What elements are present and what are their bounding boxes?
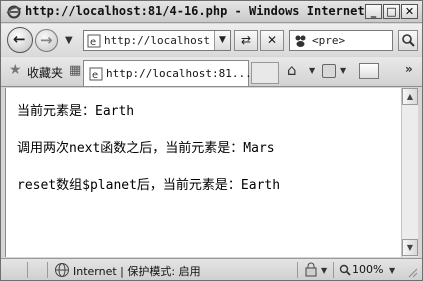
globe-icon xyxy=(55,263,69,277)
home-icon[interactable]: ⌂ xyxy=(287,61,297,79)
svg-text:e: e xyxy=(92,70,98,81)
zoom-icon xyxy=(339,264,351,276)
stop-icon: ✕ xyxy=(266,33,278,47)
title-bar: http://localhost:81/4-16.php - Windows I… xyxy=(1,1,422,23)
zoom-dropdown-icon[interactable]: ▼ xyxy=(389,266,395,275)
zone-dropdown-icon[interactable]: ▼ xyxy=(321,266,327,275)
more-tools-chevron-icon[interactable]: » xyxy=(405,62,413,76)
security-zone-text[interactable]: Internet | 保护模式: 启用 xyxy=(73,263,201,279)
close-button[interactable]: ✕ xyxy=(401,4,418,19)
maximize-button[interactable]: □ xyxy=(383,4,400,19)
svg-text:e: e xyxy=(90,37,96,48)
address-bar[interactable]: e http://localhost:81/4-16.php ▼ xyxy=(83,30,231,51)
search-box[interactable]: <pre> xyxy=(289,30,393,51)
browser-window: http://localhost:81/4-16.php - Windows I… xyxy=(0,0,423,281)
address-dropdown-button[interactable]: ▼ xyxy=(214,31,230,50)
address-url: http://localhost:81/4-16.php xyxy=(104,34,211,47)
status-divider xyxy=(27,262,28,278)
content-line-2: 调用两次next函数之后，当前元素是：Mars xyxy=(17,141,275,156)
rss-icon[interactable] xyxy=(322,64,336,78)
resize-grip-icon[interactable] xyxy=(406,266,418,278)
star-icon[interactable]: ★ xyxy=(9,62,22,78)
print-icon[interactable] xyxy=(359,63,379,79)
compatibility-button[interactable]: ⇄ xyxy=(234,30,258,51)
page-icon: e xyxy=(87,34,101,48)
content-line-1: 当前元素是：Earth xyxy=(17,104,135,119)
scroll-down-button[interactable]: ▼ xyxy=(402,239,418,256)
status-divider xyxy=(297,262,298,278)
ie-logo-icon xyxy=(6,5,22,19)
tab-list-icon[interactable]: ▦ xyxy=(69,63,81,78)
search-provider-icon xyxy=(295,35,306,47)
content-line-3: reset数组$planet后，当前元素是：Earth xyxy=(17,178,281,193)
scroll-up-button[interactable]: ▲ xyxy=(402,88,418,105)
tab-title: http://localhost:81... xyxy=(106,67,252,80)
back-button[interactable]: ← xyxy=(7,27,33,53)
forward-arrow-icon: → xyxy=(40,31,53,49)
window-title: http://localhost:81/4-16.php - Windows I… xyxy=(25,4,370,18)
protected-mode-icon[interactable] xyxy=(303,262,319,278)
tab-page-icon: e xyxy=(89,67,103,81)
navigation-bar: ← → ▼ e http://localhost:81/4-16.php ▼ ⇄… xyxy=(1,24,422,56)
favorites-button[interactable]: 收藏夹 xyxy=(27,64,63,81)
feeds-dropdown-icon[interactable]: ▼ xyxy=(340,66,346,75)
search-icon xyxy=(402,34,415,47)
browser-tab[interactable]: e http://localhost:81... xyxy=(83,60,252,86)
refresh-icon: ⇄ xyxy=(240,33,252,47)
search-button[interactable] xyxy=(398,30,418,51)
status-divider xyxy=(333,262,334,278)
minimize-button[interactable]: _ xyxy=(365,4,382,19)
status-divider xyxy=(47,262,48,278)
zoom-level[interactable]: 100% xyxy=(352,263,383,276)
recent-pages-dropdown-icon[interactable]: ▼ xyxy=(65,35,73,46)
vertical-scrollbar[interactable]: ▲ ▼ xyxy=(401,88,418,257)
home-dropdown-icon[interactable]: ▼ xyxy=(309,66,315,75)
forward-button[interactable]: → xyxy=(35,29,58,52)
search-text: <pre> xyxy=(312,34,346,47)
page-content: 当前元素是：Earth 调用两次next函数之后，当前元素是：Mars rese… xyxy=(5,88,401,257)
stop-button[interactable]: ✕ xyxy=(260,30,284,51)
new-tab-button[interactable] xyxy=(251,62,279,84)
back-arrow-icon: ← xyxy=(13,30,26,48)
status-bar: Internet | 保护模式: 启用 ▼ 100% ▼ xyxy=(1,258,422,280)
favorites-bar: ★ 收藏夹 ▦ e http://localhost:81... ⌂ ▼ ▼ » xyxy=(1,57,422,87)
